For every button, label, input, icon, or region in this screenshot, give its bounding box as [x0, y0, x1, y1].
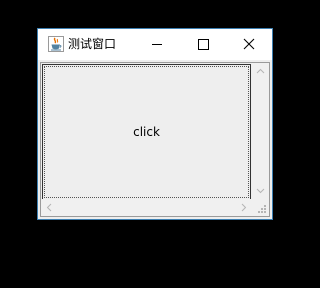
- horizontal-scrollbar[interactable]: [41, 199, 252, 216]
- close-button[interactable]: [226, 29, 272, 60]
- resize-grip-icon: [258, 205, 266, 213]
- chevron-up-icon: [256, 68, 265, 74]
- scroll-right-button[interactable]: [235, 199, 252, 216]
- title-bar[interactable]: 测试窗口: [38, 29, 272, 60]
- content-pane: click: [38, 60, 272, 219]
- resize-grip[interactable]: [252, 199, 269, 216]
- vertical-scrollbar[interactable]: [252, 63, 269, 199]
- java-cup-icon: [48, 36, 64, 52]
- scroll-up-button[interactable]: [252, 63, 269, 80]
- chevron-left-icon: [46, 203, 52, 212]
- maximize-button[interactable]: [180, 29, 226, 60]
- chevron-down-icon: [256, 188, 265, 194]
- close-icon: [243, 38, 255, 50]
- minimize-icon: [152, 44, 162, 45]
- scroll-pane: click: [40, 62, 270, 217]
- app-window: 测试窗口 click: [37, 28, 273, 220]
- click-button-label: click: [133, 125, 160, 139]
- minimize-button[interactable]: [134, 29, 180, 60]
- window-title: 测试窗口: [68, 37, 117, 51]
- scroll-down-button[interactable]: [252, 182, 269, 199]
- click-button[interactable]: click: [42, 64, 251, 200]
- scroll-left-button[interactable]: [41, 199, 58, 216]
- maximize-icon: [198, 39, 209, 50]
- chevron-right-icon: [241, 203, 247, 212]
